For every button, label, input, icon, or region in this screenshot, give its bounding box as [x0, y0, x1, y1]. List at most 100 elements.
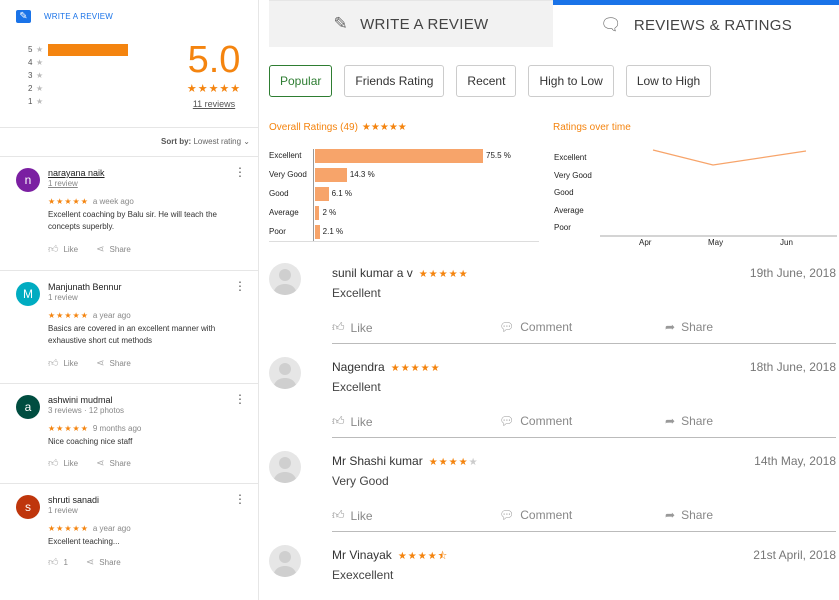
user-silhouette-icon [273, 457, 297, 483]
review-date: 14th May, 2018 [754, 454, 836, 468]
tab-reviews-ratings[interactable]: 🗨︎ REVIEWS & RATINGS [553, 0, 839, 47]
like-button[interactable]: 👍︎ Like [332, 414, 373, 429]
more-options-icon[interactable]: ⋮ [234, 493, 246, 505]
overall-ratings-label: Overall Ratings (49) [269, 122, 358, 133]
reviewer-name[interactable]: Nagendra ★★★★★ [332, 360, 441, 374]
chevron-down-icon: ⌄ [243, 137, 250, 146]
star-level: 2 [28, 84, 33, 93]
avatar[interactable]: M [16, 282, 40, 306]
more-options-icon[interactable]: ⋮ [234, 393, 246, 405]
thumbs-up-icon: 👍︎ [48, 244, 59, 255]
review-text: Excellent [332, 380, 381, 394]
share-button[interactable]: ⋖ Share [96, 243, 131, 255]
reviews-count-link[interactable]: 11 reviews [184, 99, 244, 109]
like-label: Like [63, 458, 79, 468]
write-review-link[interactable]: ✎ WRITE A REVIEW [16, 10, 113, 23]
comment-button[interactable]: 💬︎ Comment [499, 320, 572, 334]
rating-bar [315, 205, 320, 220]
share-label: Share [109, 244, 131, 254]
share-label: Share [109, 458, 131, 468]
reviewer-meta[interactable]: 1 review [48, 179, 78, 188]
like-button[interactable]: 👍︎ Like [332, 508, 373, 523]
filter-popular-button[interactable]: Popular [269, 65, 333, 97]
reviewer-name[interactable]: Manjunath Bennur [48, 282, 122, 292]
sort-dropdown[interactable]: Sort by: Lowest rating ⌄ [161, 137, 250, 146]
review-date: 18th June, 2018 [749, 360, 836, 374]
tab-label: WRITE A REVIEW [360, 15, 489, 33]
thumbs-up-icon: 👍︎ [332, 508, 345, 522]
review-text: Basics are covered in an excellent manne… [48, 324, 216, 345]
like-button[interactable]: 👍︎ 1 [48, 556, 68, 568]
reviewer-name[interactable]: shruti sanadi [48, 495, 99, 505]
reviewer-name[interactable]: ashwini mudmal [48, 395, 113, 405]
share-arrow-icon: ➦ [665, 320, 676, 334]
share-button[interactable]: ⋖ Share [86, 556, 121, 568]
share-label: Share [681, 320, 714, 334]
reviewer-meta[interactable]: 1 review [48, 506, 78, 515]
review-stars: ★★★★★ [48, 311, 89, 320]
star-icon: ★ [36, 45, 44, 54]
avatar[interactable] [269, 451, 301, 483]
rating-percent: 6.1 % [331, 189, 353, 198]
avatar[interactable] [269, 357, 301, 389]
comment-button[interactable]: 💬︎ Comment [499, 508, 572, 522]
like-button[interactable]: 👍︎ Like [48, 457, 78, 469]
distribution-row: 1 ★ [28, 95, 138, 108]
share-icon: ⋖ [96, 357, 105, 369]
user-silhouette-icon [273, 551, 297, 577]
share-button[interactable]: ⋖ Share [96, 457, 131, 469]
reviewer-meta[interactable]: 1 review [48, 293, 78, 302]
avatar[interactable] [269, 263, 301, 295]
reviewer-name[interactable]: narayana naik [48, 168, 105, 178]
y-tick-label: Poor [554, 223, 571, 232]
divider [0, 127, 259, 128]
share-button[interactable]: ➦ Share [665, 320, 713, 334]
rating-bar [315, 167, 347, 182]
share-label: Share [681, 508, 714, 522]
share-label: Share [109, 358, 131, 368]
review-stars: ★★★★★ [390, 363, 441, 374]
reviewer-name[interactable]: Mr Vinayak ★★★★⯪ [332, 548, 448, 566]
reviewer-meta[interactable]: 3 reviews · 12 photos [48, 406, 124, 415]
reviewer-name[interactable]: Mr Shashi kumar ★★★★★ [332, 454, 479, 468]
rating-percent: 75.5 % [486, 151, 511, 160]
comment-button[interactable]: 💬︎ Comment [499, 414, 572, 428]
like-label: Like [63, 358, 79, 368]
ratings-over-time-title: Ratings over time [553, 122, 631, 133]
tab-write-review[interactable]: ✎ WRITE A REVIEW [269, 0, 553, 47]
share-icon: ⋖ [85, 556, 95, 568]
review-text: Excellent teaching... [48, 537, 120, 546]
pencil-icon: ✎ [333, 14, 349, 33]
like-button[interactable]: 👍︎ Like [332, 320, 373, 335]
rating-bar-row: Excellent 75.5 % [269, 146, 539, 165]
avatar[interactable]: a [16, 395, 40, 419]
star-level: 5 [28, 45, 33, 54]
share-button[interactable]: ➦ Share [665, 508, 713, 522]
distribution-row: 3 ★ [28, 69, 138, 82]
reviewer-name[interactable]: sunil kumar a v ★★★★★ [332, 266, 469, 280]
divider [332, 343, 836, 344]
like-button[interactable]: 👍︎ Like [48, 243, 78, 255]
divider [0, 383, 259, 384]
comment-icon: 💬︎ [499, 508, 515, 522]
filter-low-to-high-button[interactable]: Low to High [625, 65, 712, 97]
review-text: Exexcellent [332, 568, 394, 582]
like-button[interactable]: 👍︎ Like [48, 357, 78, 369]
share-button[interactable]: ➦ Share [665, 414, 713, 428]
more-options-icon[interactable]: ⋮ [234, 166, 246, 178]
filter-recent-button[interactable]: Recent [456, 65, 517, 97]
filter-friends-rating-button[interactable]: Friends Rating [344, 65, 445, 97]
share-button[interactable]: ⋖ Share [96, 357, 131, 369]
rating-bar [315, 186, 329, 201]
distribution-row: 2 ★ [28, 82, 138, 95]
star-icon: ★ [36, 84, 44, 93]
avatar[interactable]: n [16, 168, 40, 192]
filter-high-to-low-button[interactable]: High to Low [528, 65, 614, 97]
rating-bar [315, 148, 483, 163]
reviewer-name-text: Mr Shashi kumar [332, 454, 423, 468]
review-stars: ★★★★★ [48, 424, 89, 433]
more-options-icon[interactable]: ⋮ [234, 280, 246, 292]
avatar[interactable]: s [16, 495, 40, 519]
avatar[interactable] [269, 545, 301, 577]
like-count: 1 [63, 557, 68, 567]
